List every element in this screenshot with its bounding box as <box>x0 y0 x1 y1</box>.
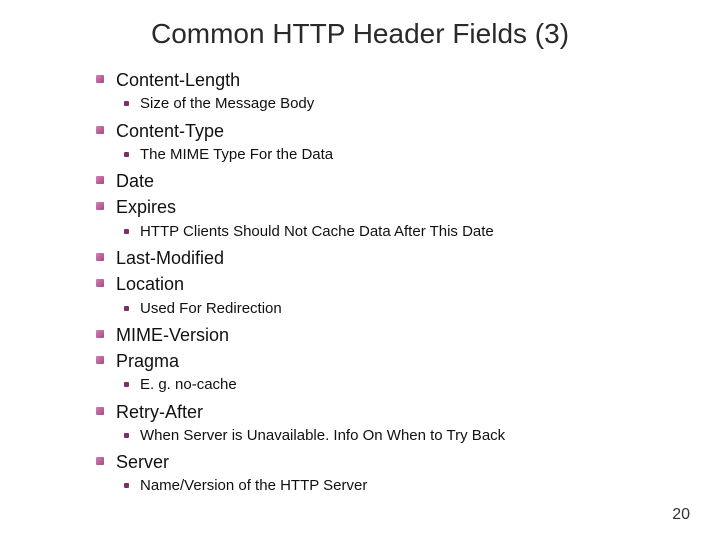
list-item-label: Expires <box>116 197 176 217</box>
list-item-label: Server <box>116 452 169 472</box>
list-item-label: Retry-After <box>116 402 203 422</box>
list-item: Location <box>96 272 680 296</box>
sub-list: When Server is Unavailable. Info On When… <box>96 426 680 446</box>
list-item-label: Content-Length <box>116 70 240 90</box>
sub-list-item: HTTP Clients Should Not Cache Data After… <box>124 222 680 242</box>
sub-list-item: Size of the Message Body <box>124 94 680 114</box>
list-item-label: Pragma <box>116 351 179 371</box>
sub-list-item: When Server is Unavailable. Info On When… <box>124 426 680 446</box>
list-item: Content-Length <box>96 68 680 92</box>
list-item: Pragma <box>96 349 680 373</box>
list-item-label: Content-Type <box>116 121 224 141</box>
sub-list: The MIME Type For the Data <box>96 145 680 165</box>
slide-title: Common HTTP Header Fields (3) <box>40 18 680 50</box>
sub-list-item: E. g. no-cache <box>124 375 680 395</box>
list-item-label: Date <box>116 171 154 191</box>
sub-list-item: Used For Redirection <box>124 299 680 319</box>
sub-list: HTTP Clients Should Not Cache Data After… <box>96 222 680 242</box>
outline-list: Content-Length Size of the Message Body Co… <box>40 68 680 497</box>
sub-list: E. g. no-cache <box>96 375 680 395</box>
list-item-label: Location <box>116 274 184 294</box>
list-item: MIME-Version <box>96 323 680 347</box>
list-item: Server <box>96 450 680 474</box>
page-number: 20 <box>672 506 690 524</box>
list-item-label: MIME-Version <box>116 325 229 345</box>
sub-list: Size of the Message Body <box>96 94 680 114</box>
slide: Common HTTP Header Fields (3) Content-Le… <box>0 0 720 540</box>
sub-list: Name/Version of the HTTP Server <box>96 476 680 496</box>
list-item: Date <box>96 169 680 193</box>
list-item: Content-Type <box>96 119 680 143</box>
list-item: Retry-After <box>96 400 680 424</box>
sub-list-item: Name/Version of the HTTP Server <box>124 476 680 496</box>
sub-list-item: The MIME Type For the Data <box>124 145 680 165</box>
list-item-label: Last-Modified <box>116 248 224 268</box>
list-item: Last-Modified <box>96 246 680 270</box>
list-item: Expires <box>96 195 680 219</box>
sub-list: Used For Redirection <box>96 299 680 319</box>
